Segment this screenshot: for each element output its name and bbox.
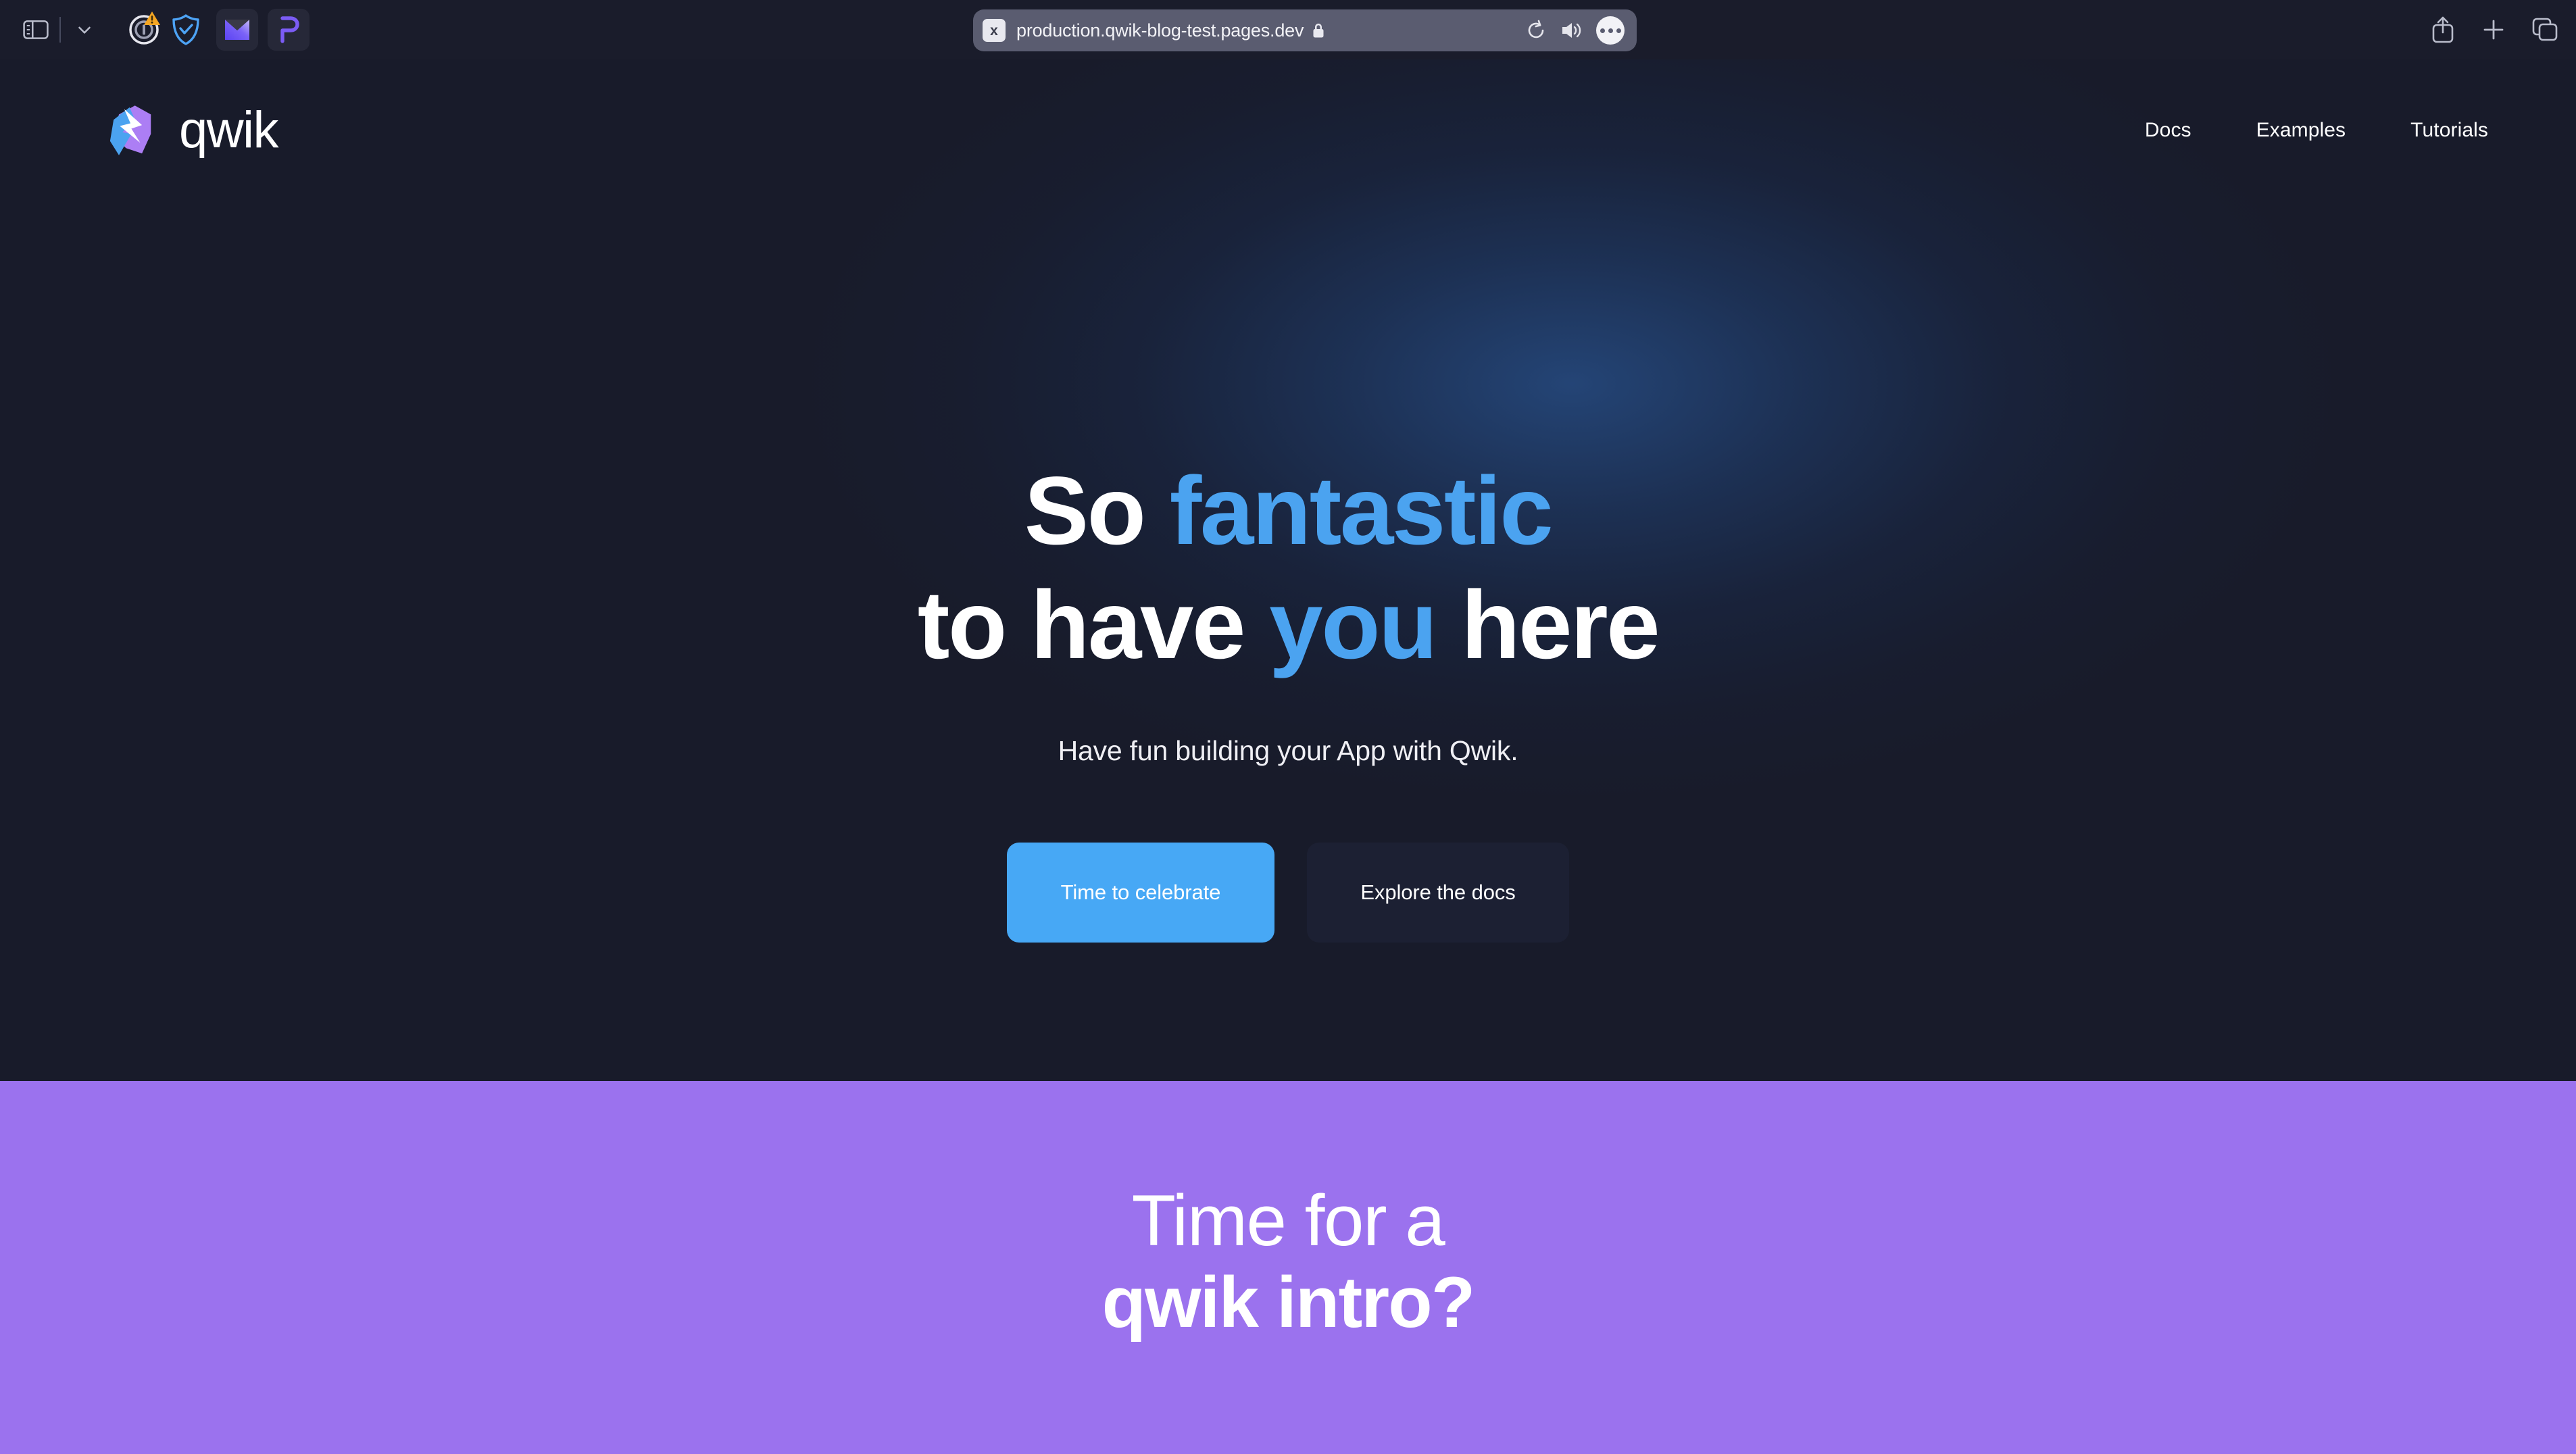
address-bar-url: production.qwik-blog-test.pages.dev [1016,20,1304,41]
1password-extension-button[interactable] [123,9,165,51]
intro-heading-line-1: Time for a [1131,1180,1445,1261]
address-bar-actions [1525,16,1625,45]
sidebar-dropdown-button[interactable] [64,9,105,51]
dot [1616,28,1621,33]
headline-highlight-2: you [1269,571,1437,679]
shield-check-icon [172,14,199,45]
perplexity-extension-button[interactable] [268,9,309,51]
toolbar-right-group [2429,0,2560,59]
audio-button[interactable] [1560,20,1584,41]
share-button[interactable] [2429,14,2457,45]
stop-loading-button[interactable]: x [983,19,1006,42]
adguard-extension-button[interactable] [165,9,207,51]
sidebar-toggle-button[interactable] [15,9,57,51]
intro-section: Time for a qwik intro? Press and hold th… [0,1081,2576,1454]
toolbar-left-group [0,9,309,51]
main-nav: Docs Examples Tutorials [2145,119,2488,142]
qwik-logo-text: qwik [179,101,279,159]
reload-button[interactable] [1525,19,1547,42]
sidebar-icon [23,20,49,39]
hero-headline-line-1: So fantastic [0,455,2576,569]
nav-link-docs[interactable]: Docs [2145,119,2191,142]
hero-subtitle: Have fun building your App with Qwik. [1058,735,1518,767]
intro-heading-line-2: qwik intro? [1101,1261,1476,1343]
proton-mail-extension-button[interactable] [216,9,258,51]
warning-badge-icon [144,11,160,25]
nav-link-tutorials[interactable]: Tutorials [2410,119,2488,142]
qwik-logo[interactable]: qwik [105,101,279,159]
address-bar[interactable]: x production.qwik-blog-test.pages.dev [973,9,1637,51]
qwik-logo-icon [109,105,151,155]
hero-headline: So fantastic to have you here [0,455,2576,682]
lock-icon [1313,23,1324,37]
browser-toolbar: x production.qwik-blog-test.pages.dev [0,0,2576,59]
tab-overview-button[interactable] [2530,16,2560,44]
letter-p-icon [280,16,299,43]
page-menu-button[interactable] [1596,16,1625,45]
headline-plain-2a: to have [917,571,1270,679]
dot [1608,28,1613,33]
hero-body: So fantastic to have you here Have fun b… [0,201,2576,943]
toolbar-divider [59,17,61,43]
headline-plain-2b: here [1435,571,1660,679]
time-to-celebrate-button[interactable]: Time to celebrate [1007,843,1274,943]
headline-plain-1: So [1024,457,1170,565]
nav-link-examples[interactable]: Examples [2256,119,2346,142]
headline-highlight-1: fantastic [1169,457,1554,565]
new-tab-button[interactable] [2480,16,2507,43]
proton-mail-icon [225,20,249,40]
hero-section: qwik Docs Examples Tutorials So fantasti… [0,59,2576,1081]
hero-cta-row: Time to celebrate Explore the docs [0,843,2576,943]
explore-the-docs-button[interactable]: Explore the docs [1307,843,1569,943]
hero-headline-line-2: to have you here [0,569,2576,683]
site-header: qwik Docs Examples Tutorials [0,59,2576,201]
address-bar-text-wrap: production.qwik-blog-test.pages.dev [1016,20,1525,41]
dot [1600,28,1605,33]
chevron-down-icon [78,26,91,34]
page-content: qwik Docs Examples Tutorials So fantasti… [0,59,2576,1454]
